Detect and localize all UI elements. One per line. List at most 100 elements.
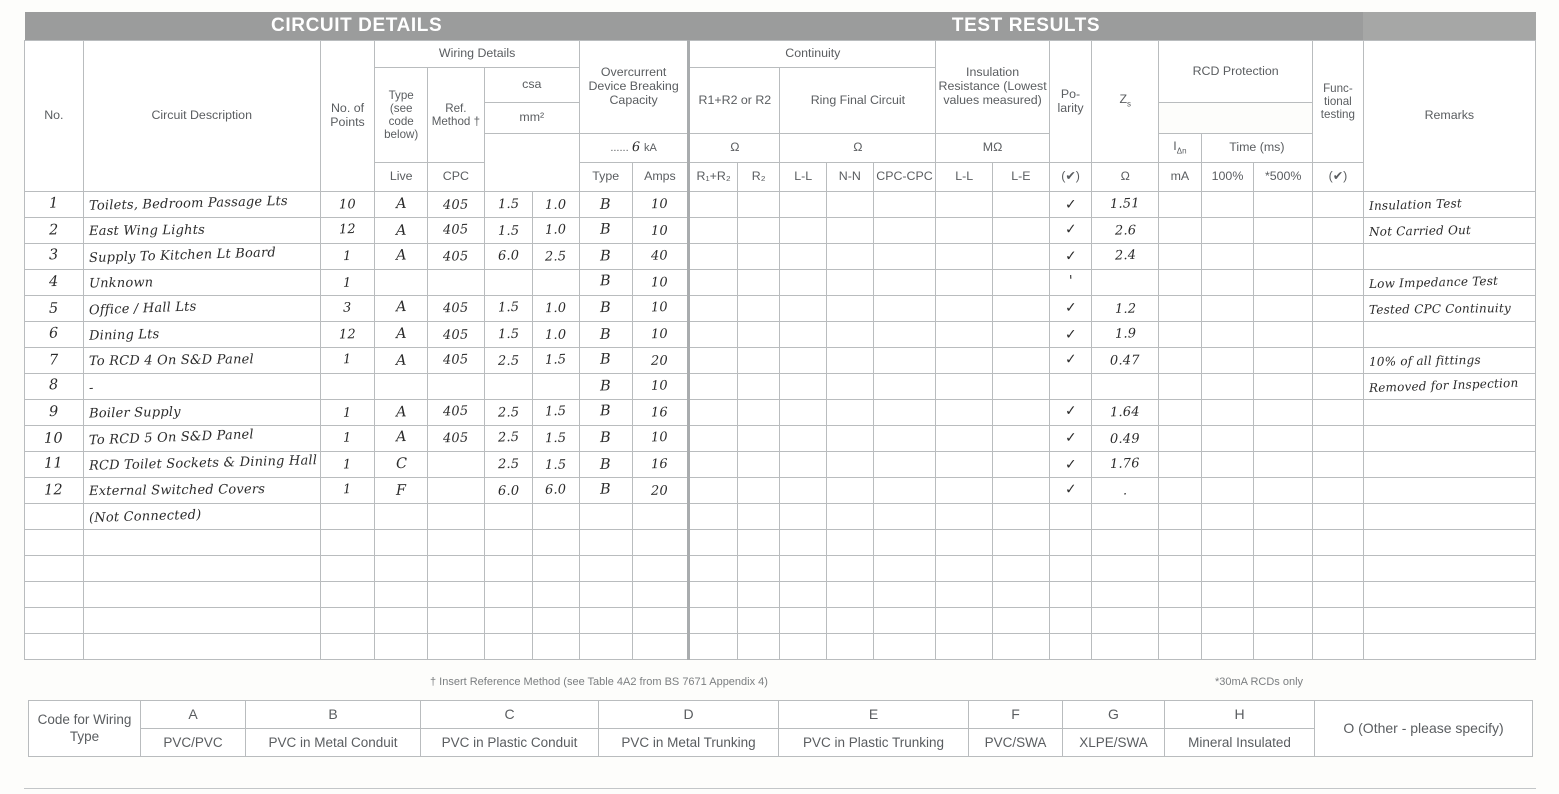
cell-nn[interactable] [826,269,874,296]
cell-zs[interactable] [1091,503,1160,530]
cell-ma[interactable] [1158,503,1202,530]
cell-ma[interactable] [1158,399,1202,426]
cell-live[interactable]: 2.5 [483,399,534,426]
cell-nn[interactable] [826,191,874,218]
cell-cpccpc[interactable] [872,633,937,660]
cell-remarks[interactable] [1362,399,1537,426]
cell-points[interactable]: 1 [319,451,376,478]
cell-type[interactable] [374,269,429,296]
cell-ref[interactable] [427,503,485,530]
cell-ma[interactable] [1158,269,1202,296]
cell-points[interactable] [319,373,376,400]
cell-func[interactable] [1312,373,1364,400]
cell-cpc[interactable] [532,503,580,530]
table-row[interactable] [24,607,1537,634]
cell-desc[interactable]: Boiler Supply [82,399,321,426]
cell-amps[interactable] [631,529,690,556]
cell-desc[interactable]: Dining Lts [82,321,321,348]
cell-cpccpc[interactable] [872,321,937,348]
table-row[interactable]: 7 To RCD 4 On S&D Panel 1 A 405 2.5 1.5 B 20 ✓ 0.4… [24,347,1537,374]
cell-ocd_type[interactable] [578,503,633,530]
cell-zs[interactable] [1091,555,1160,582]
cell-no[interactable]: 10 [24,425,84,452]
cell-cpc[interactable]: 1.5 [532,451,580,478]
cell-remarks[interactable] [1362,477,1537,504]
cell-live[interactable]: 1.5 [483,295,534,322]
cell-no[interactable] [24,503,84,530]
cell-polarity[interactable]: ✓ [1048,347,1093,374]
cell-points[interactable]: 1 [319,243,376,270]
cell-live[interactable] [483,269,534,296]
cell-func[interactable] [1312,269,1364,296]
cell-nn[interactable] [826,451,874,478]
cell-desc[interactable] [82,581,321,608]
cell-insle[interactable] [992,347,1050,374]
cell-nn[interactable] [826,581,874,608]
cell-insle[interactable] [992,399,1050,426]
cell-func[interactable] [1312,477,1364,504]
cell-points[interactable] [319,581,376,608]
cell-live[interactable]: 1.5 [483,321,534,348]
cell-ll[interactable] [779,529,828,556]
cell-p500[interactable] [1253,399,1314,426]
cell-p100[interactable] [1200,477,1255,504]
cell-insll[interactable] [935,269,994,296]
cell-cpc[interactable]: 6.0 [532,477,580,504]
cell-ocd_type[interactable] [578,607,633,634]
cell-ref[interactable] [427,633,485,660]
cell-insll[interactable] [935,425,994,452]
cell-r1r2[interactable] [687,243,738,270]
cell-ocd_type[interactable]: B [578,321,633,348]
cell-amps[interactable]: 10 [631,321,690,348]
cell-ll[interactable] [779,243,828,270]
cell-amps[interactable] [631,555,690,582]
cell-live[interactable]: 2.5 [483,425,534,452]
cell-r1r2[interactable] [687,633,738,660]
cell-p500[interactable] [1253,607,1314,634]
cell-polarity[interactable]: ✓ [1048,321,1093,348]
cell-p500[interactable] [1253,191,1314,218]
cell-insll[interactable] [935,477,994,504]
cell-amps[interactable]: 20 [631,477,690,504]
cell-desc[interactable]: RCD Toilet Sockets & Dining Hall [82,451,321,478]
cell-cpc[interactable] [532,373,580,400]
cell-p500[interactable] [1253,243,1314,270]
cell-live[interactable]: 1.5 [483,217,534,244]
cell-remarks[interactable] [1362,555,1537,582]
cell-ma[interactable] [1158,373,1202,400]
cell-p100[interactable] [1200,503,1255,530]
cell-r2[interactable] [736,295,781,322]
cell-r1r2[interactable] [687,347,738,374]
cell-polarity[interactable]: ✓ [1048,451,1093,478]
cell-cpc[interactable]: 1.5 [532,399,580,426]
cell-insle[interactable] [992,425,1050,452]
cell-ocd_type[interactable]: B [578,425,633,452]
cell-nn[interactable] [826,633,874,660]
cell-remarks[interactable]: Low Impedance Test [1362,269,1537,296]
cell-p100[interactable] [1200,373,1255,400]
cell-points[interactable]: 1 [319,477,376,504]
cell-live[interactable] [483,607,534,634]
cell-zs[interactable]: 2.4 [1091,243,1160,270]
cell-remarks[interactable]: 10% of all fittings [1362,347,1537,374]
cell-ref[interactable]: 405 [427,399,485,426]
cell-no[interactable] [24,529,84,556]
cell-insle[interactable] [992,633,1050,660]
cell-ll[interactable] [779,295,828,322]
cell-amps[interactable]: 20 [631,347,690,374]
table-row[interactable]: 9 Boiler Supply 1 A 405 2.5 1.5 B 16 ✓ 1.64 [24,399,1537,426]
cell-func[interactable] [1312,451,1364,478]
cell-type[interactable] [374,555,429,582]
cell-r1r2[interactable] [687,269,738,296]
cell-polarity[interactable]: ✓ [1048,217,1093,244]
cell-insle[interactable] [992,217,1050,244]
cell-cpc[interactable] [532,555,580,582]
cell-remarks[interactable]: Tested CPC Continuity [1362,295,1537,322]
cell-p100[interactable] [1200,191,1255,218]
cell-nn[interactable] [826,321,874,348]
cell-ma[interactable] [1158,243,1202,270]
cell-r1r2[interactable] [687,217,738,244]
cell-insle[interactable] [992,321,1050,348]
cell-nn[interactable] [826,503,874,530]
cell-insll[interactable] [935,217,994,244]
